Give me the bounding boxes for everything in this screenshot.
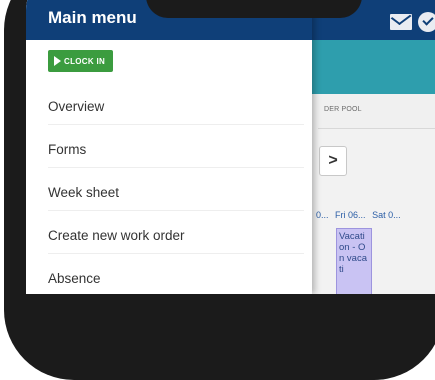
main-menu-drawer: Main menu CLOCK IN Overview Forms Week s…: [26, 0, 312, 294]
phone-frame: DER POOL > 0... Fri 06... Sat 0... Vacat…: [4, 0, 435, 380]
clock-in-button[interactable]: CLOCK IN: [48, 50, 114, 72]
menu-item-create-work-order[interactable]: Create new work order: [26, 211, 312, 254]
menu-item-label: Absence: [48, 271, 101, 286]
day-header: 0...: [316, 210, 329, 220]
menu-item-label: Overview: [48, 99, 105, 114]
vacation-event-text: Vacati on - On vacati: [339, 231, 367, 275]
day-header: Sat 0...: [372, 210, 401, 220]
vacation-event[interactable]: Vacati on - On vacati: [336, 228, 372, 294]
menu-item-label: Create new work order: [48, 228, 185, 243]
tab-order-pool-label: DER POOL: [324, 106, 362, 113]
drawer-title: Main menu: [48, 8, 137, 27]
phone-screen: DER POOL > 0... Fri 06... Sat 0... Vacat…: [26, 0, 435, 294]
phone-notch: [146, 0, 362, 18]
menu-item-forms[interactable]: Forms: [26, 125, 312, 168]
menu-list: Overview Forms Week sheet Create new wor…: [26, 82, 312, 294]
menu-item-label: Week sheet: [48, 185, 120, 200]
menu-item-week-sheet[interactable]: Week sheet: [26, 168, 312, 211]
play-icon: [54, 56, 61, 66]
envelope-icon[interactable]: [390, 14, 412, 30]
tab-order-pool[interactable]: DER POOL: [318, 94, 435, 129]
clock-in-label: CLOCK IN: [64, 56, 106, 66]
menu-item-absence[interactable]: Absence: [26, 254, 312, 294]
header-icons: [390, 12, 435, 32]
menu-item-label: Forms: [48, 142, 87, 157]
chevron-right-icon: >: [328, 152, 338, 169]
cloud-check-icon[interactable]: [418, 12, 435, 32]
day-headers: 0... Fri 06... Sat 0...: [316, 210, 435, 224]
menu-item-overview[interactable]: Overview: [26, 82, 312, 125]
next-week-button[interactable]: >: [319, 146, 347, 176]
day-header: Fri 06...: [335, 210, 366, 220]
